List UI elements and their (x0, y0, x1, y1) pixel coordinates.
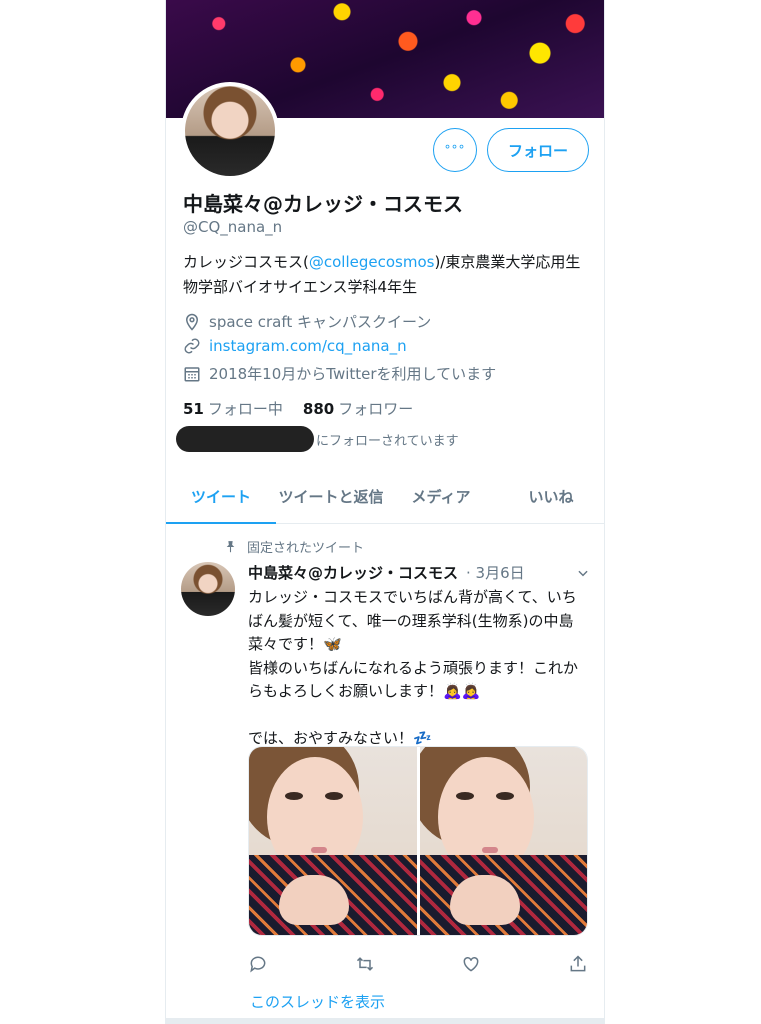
tweet-text-line1: カレッジ・コスモスでいちばん背が高くて、いちばん髪が短くて、唯一の理系学科(生物… (248, 588, 577, 653)
location-text: space craft キャンパスクイーン (209, 313, 432, 331)
sleeping-emoji: 💤 (413, 729, 432, 747)
profile-tabs: ツイート ツイートと返信 メディア いいね (166, 470, 604, 524)
profile-page: °°° フォロー 中島菜々@カレッジ・コスモス @CQ_nana_n カレッジコ… (165, 0, 605, 1024)
profile-joined-date: 2018年10月からTwitterを利用しています (183, 363, 496, 384)
profile-stats: 51 フォロー中 880 フォロワー (183, 398, 413, 419)
heart-icon[interactable] (461, 954, 481, 974)
profile-url-link[interactable]: instagram.com/cq_nana_n (209, 337, 407, 355)
link-icon (184, 338, 200, 354)
reply-icon[interactable] (248, 954, 268, 974)
profile-display-name: 中島菜々@カレッジ・コスモス (183, 192, 463, 216)
tweet-actions (248, 954, 588, 974)
more-options-button[interactable]: °°° (433, 128, 477, 172)
following-stat[interactable]: 51 フォロー中 (183, 398, 283, 419)
tab-tweets-and-replies[interactable]: ツイートと返信 (276, 470, 386, 523)
pinned-tweet-label: 固定されたツイート (224, 537, 364, 556)
follow-button[interactable]: フォロー (487, 128, 589, 172)
tweet-media (248, 746, 588, 936)
tweet-date[interactable]: · 3月6日 (466, 562, 525, 583)
redacted-username-box (176, 426, 314, 452)
profile-bio: カレッジコスモス(@collegecosmos)/東京農業大学応用生物学部バイオ… (183, 250, 593, 300)
butterfly-emoji: 🦋 (323, 635, 342, 653)
following-label: フォロー中 (207, 400, 283, 418)
retweet-icon[interactable] (355, 954, 375, 974)
tweet-photo-1[interactable] (249, 747, 417, 935)
followers-count: 880 (302, 400, 335, 418)
tab-likes[interactable]: いいね (496, 470, 604, 523)
bio-text-prefix: カレッジコスモス( (183, 253, 309, 271)
tweet-text-line2: 皆様のいちばんになれるよう頑張ります！これからもよろしくお願いします！ (248, 658, 579, 701)
tweet-author-name[interactable]: 中島菜々@カレッジ・コスモス (248, 562, 458, 583)
tweet-photo-2[interactable] (419, 747, 587, 935)
tweet-author-avatar[interactable] (181, 562, 235, 616)
chevron-down-icon[interactable] (576, 566, 590, 580)
pin-icon (226, 541, 235, 553)
section-divider (166, 1018, 604, 1024)
share-icon[interactable] (568, 954, 588, 974)
location-pin-icon (185, 313, 199, 331)
tweet-text-line3: では、おやすみなさい！ (248, 729, 414, 747)
show-thread-link[interactable]: このスレッドを表示 (250, 991, 385, 1012)
profile-avatar[interactable] (181, 82, 279, 180)
profile-handle: @CQ_nana_n (183, 218, 283, 236)
tweet-header: 中島菜々@カレッジ・コスモス · 3月6日 (248, 562, 590, 583)
tab-tweets[interactable]: ツイート (166, 470, 276, 524)
bowing-emoji: 🙇‍♀️🙇‍♀️ (443, 682, 481, 700)
followers-label: フォロワー (338, 400, 414, 418)
profile-url: instagram.com/cq_nana_n (183, 337, 407, 355)
joined-text: 2018年10月からTwitterを利用しています (209, 365, 497, 383)
profile-location: space craft キャンパスクイーン (183, 311, 431, 332)
following-count: 51 (183, 400, 204, 418)
tab-media[interactable]: メディア (386, 470, 496, 523)
followers-stat[interactable]: 880 フォロワー (303, 398, 413, 419)
calendar-icon (184, 366, 200, 381)
pinned-label-text: 固定されたツイート (247, 541, 365, 556)
tweet-text: カレッジ・コスモスでいちばん背が高くて、いちばん髪が短くて、唯一の理系学科(生物… (248, 586, 590, 751)
bio-mention-link[interactable]: @collegecosmos (309, 253, 435, 271)
followed-by-text: にフォローされています (316, 434, 459, 449)
